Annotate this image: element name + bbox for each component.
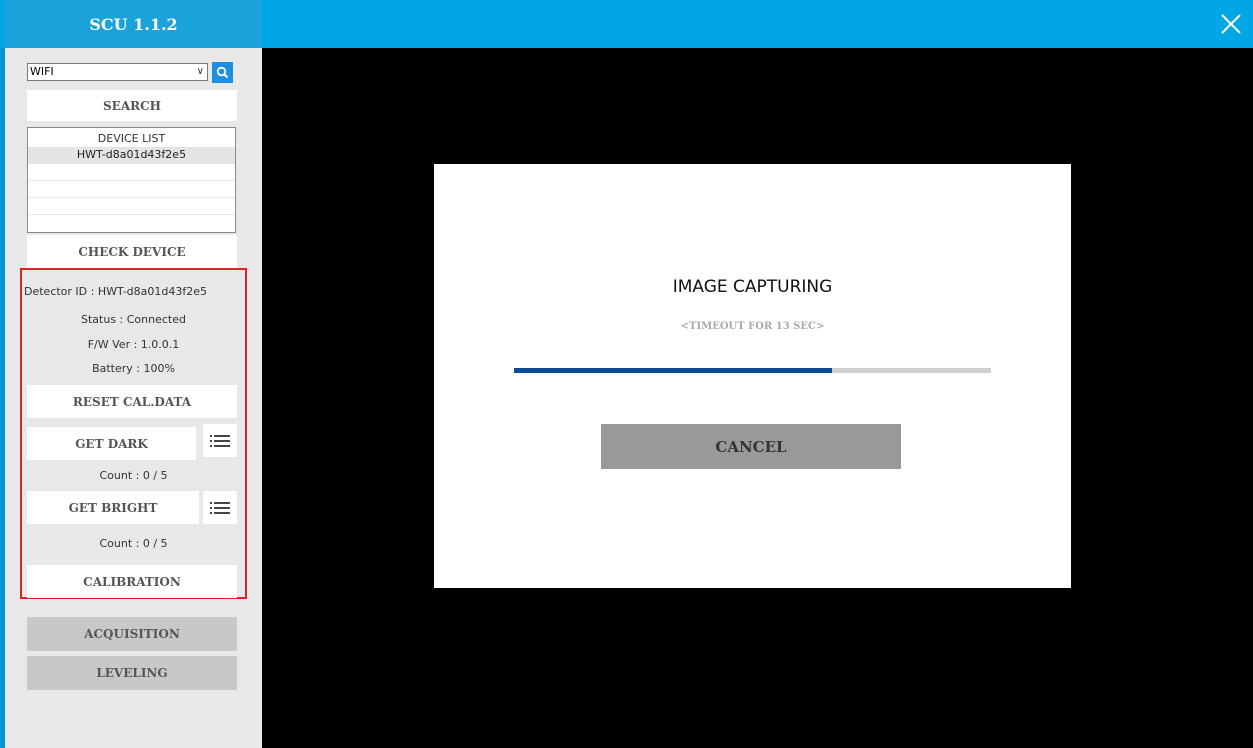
battery-text: Battery : 100% — [92, 362, 175, 375]
list-icon — [210, 501, 230, 514]
close-icon — [1221, 14, 1241, 34]
dark-list-button[interactable] — [203, 424, 237, 457]
device-list-header: DEVICE LIST — [97, 132, 166, 145]
connection-type-value: WIFI — [30, 65, 54, 78]
status-text: Status : Connected — [81, 313, 186, 326]
capture-dialog: IMAGE CAPTURING <TIMEOUT FOR 13 SEC> CAN… — [434, 164, 1071, 588]
capture-progress-bar — [514, 368, 991, 373]
search-button[interactable]: SEARCH — [27, 90, 237, 121]
cancel-button[interactable]: CANCEL — [601, 424, 901, 469]
app-title-area: SCU 1.1.2 — [5, 0, 262, 48]
connection-type-select[interactable]: WIFI ∨ — [27, 63, 208, 81]
close-button[interactable] — [1217, 10, 1245, 38]
capture-progress-fill — [514, 368, 833, 373]
bright-count-text: Count : 0 / 5 — [99, 537, 168, 550]
device-list-item[interactable] — [28, 198, 235, 215]
dialog-title: IMAGE CAPTURING — [672, 277, 833, 297]
bright-list-button[interactable] — [203, 491, 237, 524]
acquisition-button[interactable]: ACQUISITION — [27, 617, 237, 651]
device-list[interactable]: DEVICE LIST HWT-d8a01d43f2e5 — [27, 127, 236, 233]
get-dark-button[interactable]: GET DARK — [27, 427, 196, 460]
get-bright-button[interactable]: GET BRIGHT — [27, 491, 199, 524]
device-list-item[interactable] — [28, 164, 235, 181]
reset-cal-data-button[interactable]: RESET CAL.DATA — [27, 385, 237, 418]
search-icon-button[interactable] — [212, 62, 233, 83]
timeout-text: <TIMEOUT FOR 13 SEC> — [680, 321, 825, 332]
dark-count-text: Count : 0 / 5 — [99, 469, 168, 482]
sidebar: WIFI ∨ SEARCH DEVICE LIST HWT-d8a01d43f2… — [5, 48, 262, 748]
leveling-button[interactable]: LEVELING — [27, 656, 237, 690]
calibration-button[interactable]: CALIBRATION — [27, 565, 237, 598]
firmware-version-text: F/W Ver : 1.0.0.1 — [87, 338, 180, 351]
check-device-button[interactable]: CHECK DEVICE — [27, 235, 237, 268]
chevron-down-icon: ∨ — [196, 66, 204, 77]
title-bar: SCU 1.1.2 — [0, 0, 1253, 48]
device-list-item[interactable] — [28, 181, 235, 198]
list-icon — [210, 434, 230, 447]
search-icon — [216, 66, 229, 79]
detector-id-text: Detector ID : HWT-d8a01d43f2e5 — [24, 285, 208, 298]
device-list-item[interactable]: HWT-d8a01d43f2e5 — [28, 147, 235, 164]
app-title: SCU 1.1.2 — [89, 14, 178, 34]
